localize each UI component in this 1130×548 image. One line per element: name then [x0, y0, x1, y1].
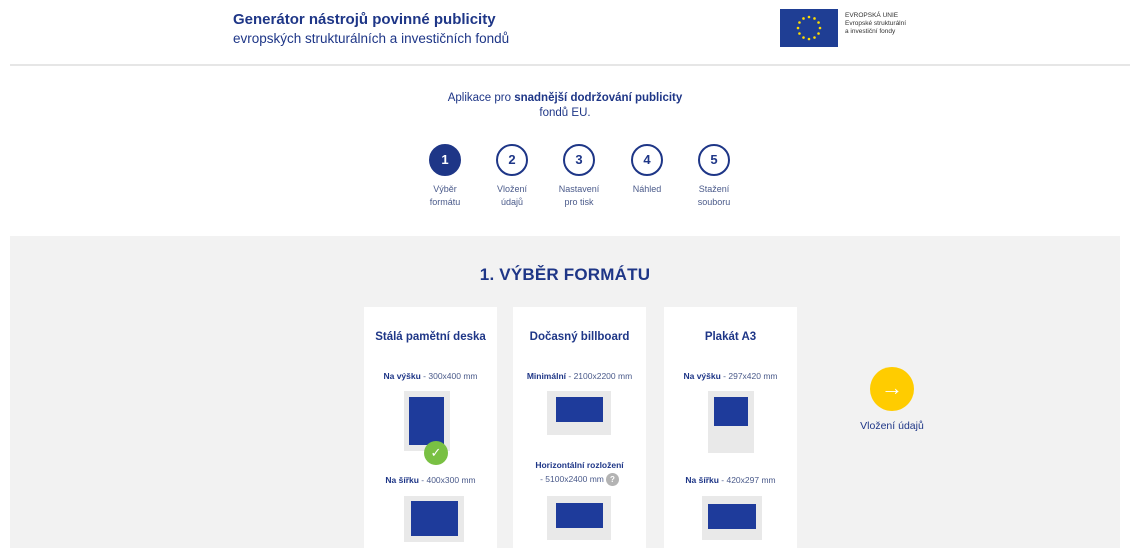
eu-star	[807, 37, 811, 41]
eu-star	[813, 17, 816, 20]
format-section: 1. VÝBĚR FORMÁTU Stálá pamětní deska Na …	[10, 236, 1120, 548]
eu-star	[817, 21, 820, 24]
header-divider	[10, 64, 1130, 66]
step-label: Nastavení pro tisk	[558, 184, 600, 207]
intro-suffix: fondů EU.	[539, 107, 591, 119]
format-card-billboard: Dočasný billboard Minimální - 2100x2200 …	[513, 307, 646, 548]
next-step-label[interactable]: Vložení údajů	[836, 420, 948, 432]
format-preview	[714, 397, 748, 426]
step-2[interactable]: 2 Vložení údajů	[477, 144, 547, 209]
intro-bold: snadnější dodržování publicity	[514, 92, 683, 104]
eu-logo-text: EVROPSKÁ UNIE Evropské strukturální a in…	[845, 12, 906, 36]
card-title: Plakát A3	[704, 331, 757, 343]
eu-flag-icon	[780, 9, 838, 47]
step-4[interactable]: 4 Náhled	[612, 144, 682, 196]
eu-star	[796, 26, 800, 30]
option-label-horizontal-size: - 5100x2400 mm?	[513, 473, 646, 487]
step-number: 5	[698, 144, 730, 176]
option-landscape[interactable]	[702, 496, 762, 540]
eu-star	[802, 36, 805, 39]
eu-star	[813, 36, 816, 39]
intro-text: Aplikace pro snadnější dodržování public…	[440, 91, 690, 121]
header: Generátor nástrojů povinné publicity evr…	[0, 0, 1130, 66]
next-step-button[interactable]: →	[870, 367, 914, 411]
card-title: Stálá pamětní deska	[375, 331, 486, 343]
option-label-portrait: Na výšku - 300x400 mm	[383, 371, 478, 381]
step-label: Vložení údajů	[496, 184, 528, 207]
option-landscape[interactable]	[404, 496, 464, 542]
option-portrait[interactable]	[708, 391, 754, 453]
section-title: 1. VÝBĚR FORMÁTU	[479, 265, 651, 284]
step-5[interactable]: 5 Stažení souboru	[679, 144, 749, 209]
format-card-poster: Plakát A3 Na výšku - 297x420 mm Na šířku…	[664, 307, 797, 548]
format-preview	[409, 397, 444, 445]
format-preview	[556, 397, 603, 422]
option-label-landscape: Na šířku - 420x297 mm	[685, 475, 776, 485]
eu-text-line1: EVROPSKÁ UNIE	[845, 12, 899, 19]
intro-prefix: Aplikace pro	[447, 92, 515, 104]
arrow-right-icon: →	[881, 375, 903, 400]
format-preview	[708, 504, 756, 529]
app-subtitle: evropských strukturálních a investičních…	[233, 31, 510, 46]
eu-star	[802, 17, 805, 20]
eu-text-line3: a investiční fondy	[845, 28, 896, 35]
option-label-landscape: Na šířku - 400x300 mm	[385, 475, 476, 485]
option-horizontal[interactable]	[547, 496, 611, 540]
eu-star	[807, 15, 811, 19]
step-number: 3	[563, 144, 595, 176]
step-label: Náhled	[632, 184, 662, 194]
step-label: Výběr formátu	[429, 184, 461, 207]
eu-star	[798, 21, 801, 24]
option-label-minimal: Minimální - 2100x2200 mm	[526, 371, 633, 381]
step-number: 2	[496, 144, 528, 176]
eu-star	[817, 32, 820, 35]
format-preview	[556, 503, 603, 528]
step-label: Stažení souboru	[697, 184, 731, 207]
option-minimal[interactable]	[547, 391, 611, 435]
step-number: 1	[429, 144, 461, 176]
step-number: 4	[631, 144, 663, 176]
format-preview	[411, 501, 458, 536]
eu-star	[798, 32, 801, 35]
option-portrait[interactable]	[404, 391, 450, 451]
eu-star	[818, 26, 822, 30]
app-title: Generátor nástrojů povinné publicity	[233, 11, 496, 28]
stepper: 1 Výběr formátu 2 Vložení údajů 3 Nastaven…	[0, 144, 1130, 234]
option-label-horizontal: Horizontální rozložení	[535, 460, 624, 470]
eu-text-line2: Evropské strukturální	[845, 20, 907, 27]
step-3[interactable]: 3 Nastavení pro tisk	[544, 144, 614, 209]
check-icon: ✓	[424, 441, 448, 465]
card-title: Dočasný billboard	[529, 331, 630, 343]
format-card-plaque: Stálá pamětní deska Na výšku - 300x400 m…	[364, 307, 497, 548]
step-1[interactable]: 1 Výběr formátu	[410, 144, 480, 209]
help-icon[interactable]: ?	[605, 473, 619, 487]
option-label-portrait: Na výšku - 297x420 mm	[683, 371, 778, 381]
